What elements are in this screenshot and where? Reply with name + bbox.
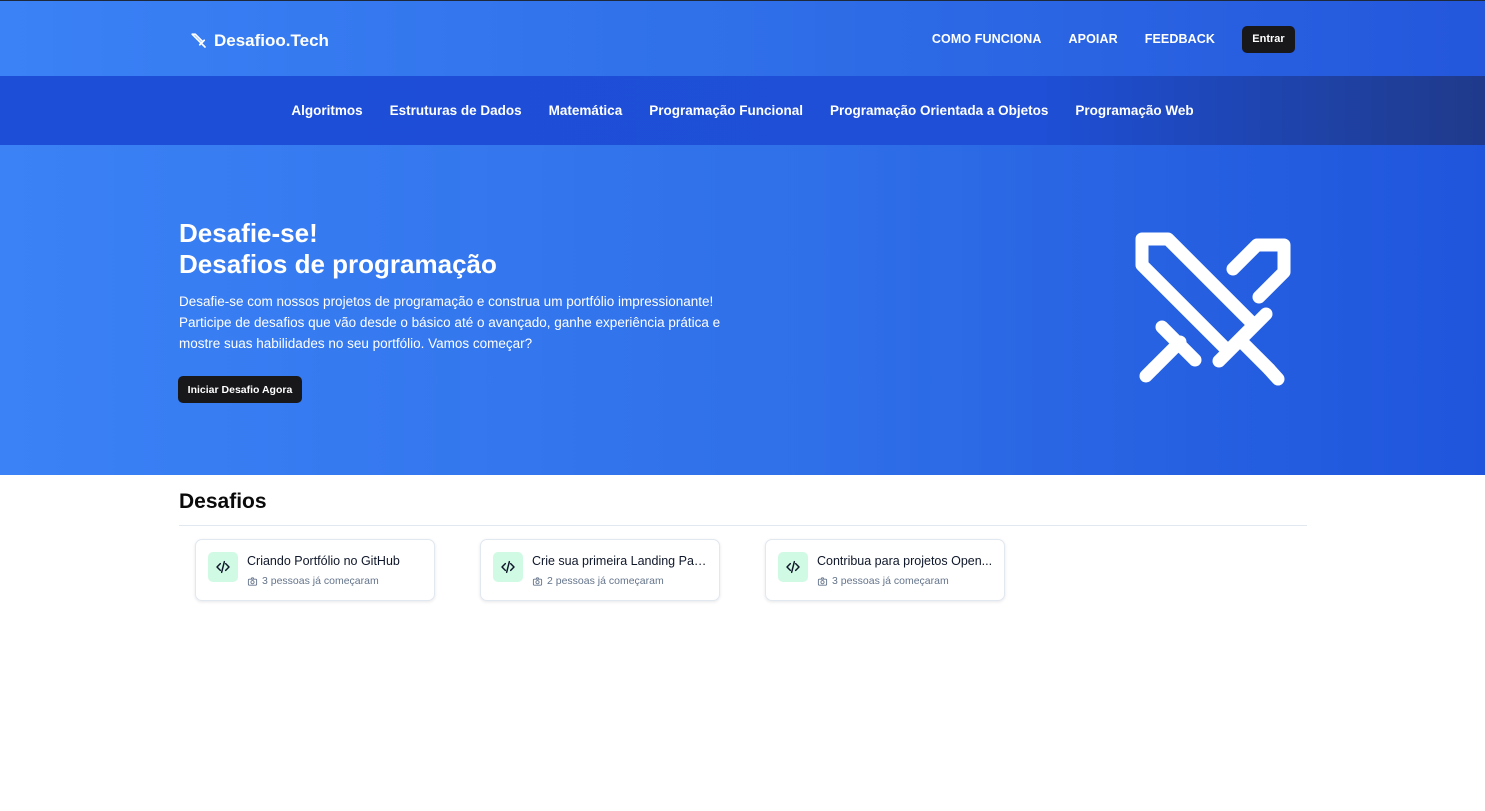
crossed-swords-icon xyxy=(1135,232,1291,386)
camera-icon xyxy=(532,576,543,586)
hero-description: Desafie-se com nossos projetos de progra… xyxy=(179,294,721,351)
hero-title-line1: Desafie-se! xyxy=(179,218,318,248)
nav-como-funciona[interactable]: COMO FUNCIONA xyxy=(932,32,1042,46)
hero-section: Desafie-se! Desafios de programação Desa… xyxy=(0,145,1485,475)
brand-logo[interactable]: Desafioo.Tech xyxy=(190,30,329,52)
login-button[interactable]: Entrar xyxy=(1242,25,1295,53)
top-nav: COMO FUNCIONA APOIAR FEEDBACK Entrar xyxy=(932,25,1295,53)
top-header: Desafioo.Tech COMO FUNCIONA APOIAR FEEDB… xyxy=(0,0,1485,76)
nav-apoiar[interactable]: APOIAR xyxy=(1069,32,1118,46)
code-icon xyxy=(493,552,523,582)
code-icon xyxy=(778,552,808,582)
challenge-title: Criando Portfólio no GitHub xyxy=(247,554,400,568)
start-challenge-button[interactable]: Iniciar Desafio Agora xyxy=(178,376,302,403)
challenge-meta: 3 pessoas já começaram xyxy=(817,575,949,587)
category-programacao-orientada-a-objetos[interactable]: Programação Orientada a Objetos xyxy=(830,103,1048,118)
hero-title-line2: Desafios de programação xyxy=(179,249,497,279)
category-matematica[interactable]: Matemática xyxy=(549,103,623,118)
brand-name: Desafioo.Tech xyxy=(214,31,329,50)
challenges-section-title: Desafios xyxy=(179,490,267,513)
section-divider xyxy=(179,525,1307,526)
challenge-card[interactable]: Criando Portfólio no GitHub 3 pessoas já… xyxy=(195,539,435,601)
challenge-title: Crie sua primeira Landing Pag... xyxy=(532,554,710,568)
code-icon xyxy=(208,552,238,582)
hero-title: Desafie-se! Desafios de programação xyxy=(179,218,779,280)
category-algoritmos[interactable]: Algoritmos xyxy=(291,103,362,118)
nav-feedback[interactable]: FEEDBACK xyxy=(1145,32,1215,46)
category-estruturas-de-dados[interactable]: Estruturas de Dados xyxy=(390,103,522,118)
challenge-meta: 2 pessoas já começaram xyxy=(532,575,664,587)
challenge-list: Criando Portfólio no GitHub 3 pessoas já… xyxy=(195,539,1005,601)
camera-icon xyxy=(247,576,258,586)
challenge-card[interactable]: Crie sua primeira Landing Pag... 2 pesso… xyxy=(480,539,720,601)
category-programacao-web[interactable]: Programação Web xyxy=(1075,103,1193,118)
camera-icon xyxy=(817,576,828,586)
sword-icon xyxy=(191,33,206,48)
category-programacao-funcional[interactable]: Programação Funcional xyxy=(649,103,803,118)
challenge-meta: 3 pessoas já começaram xyxy=(247,575,379,587)
challenge-participants: 3 pessoas já começaram xyxy=(832,575,949,587)
challenge-title: Contribua para projetos Open... xyxy=(817,554,993,568)
challenge-card[interactable]: Contribua para projetos Open... 3 pessoa… xyxy=(765,539,1005,601)
challenge-participants: 2 pessoas já começaram xyxy=(547,575,664,587)
category-nav: Algoritmos Estruturas de Dados Matemátic… xyxy=(0,76,1485,145)
challenge-participants: 3 pessoas já começaram xyxy=(262,575,379,587)
